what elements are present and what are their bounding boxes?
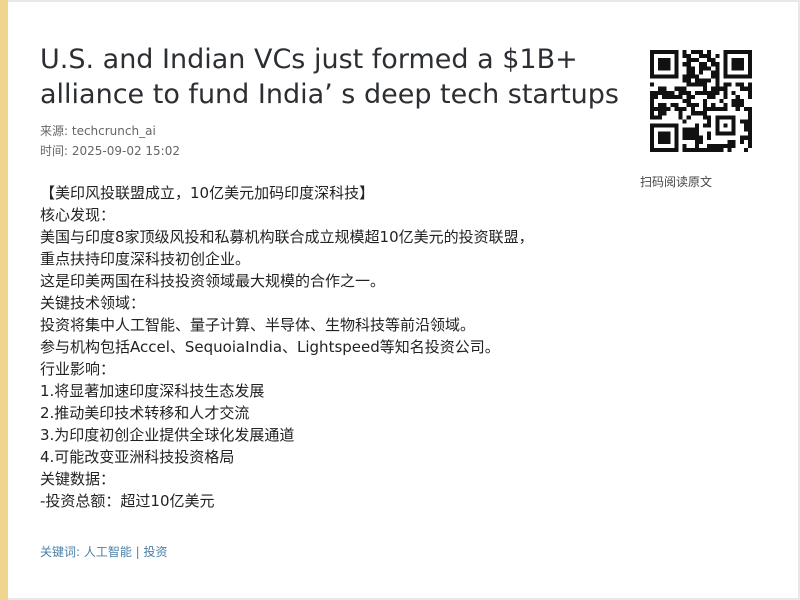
body-line: -投资总额：超过10亿美元 <box>40 492 215 510</box>
body-line: 【美印风投联盟成立，10亿美元加码印度深科技】 <box>40 184 375 202</box>
body-line: 参与机构包括Accel、SequoiaIndia、Lightspeed等知名投资… <box>40 338 500 356</box>
body-line: 1.将显著加速印度深科技生态发展 <box>40 382 265 400</box>
qr-caption: 扫码阅读原文 <box>640 175 713 189</box>
body-line: 关键数据： <box>40 470 116 488</box>
body-line: 行业影响： <box>40 360 116 378</box>
article-time: 时间: 2025-09-02 15:02 <box>40 144 180 158</box>
body-line: 关键技术领域： <box>40 294 146 312</box>
body-line: 4.可能改变亚洲科技投资格局 <box>40 448 235 466</box>
body-line: 3.为印度初创企业提供全球化发展通道 <box>40 426 295 444</box>
article-source: 来源: techcrunch_ai <box>40 124 156 138</box>
article-card: U.S. and Indian VCs just formed a $1B+ a… <box>8 0 800 600</box>
body-line: 这是印美两国在科技投资领域最大规模的合作之一。 <box>40 272 386 290</box>
body-line: 2.推动美印技术转移和人才交流 <box>40 404 250 422</box>
article-title: U.S. and Indian VCs just formed a $1B+ a… <box>40 44 619 110</box>
body-line: 重点扶持印度深科技初创企业。 <box>40 250 251 268</box>
article-body: 【美印风投联盟成立，10亿美元加码印度深科技】 核心发现： 美国与印度8家顶级风… <box>40 182 620 512</box>
qr-code-icon[interactable] <box>650 50 752 152</box>
keywords-link[interactable]: 关键词: 人工智能 | 投资 <box>40 543 168 560</box>
body-line: 核心发现： <box>40 206 116 224</box>
accent-bar <box>0 0 8 600</box>
body-line: 美国与印度8家顶级风投和私募机构联合成立规模超10亿美元的投资联盟， <box>40 228 534 246</box>
body-line: 投资将集中人工智能、量子计算、半导体、生物科技等前沿领域。 <box>40 316 476 334</box>
